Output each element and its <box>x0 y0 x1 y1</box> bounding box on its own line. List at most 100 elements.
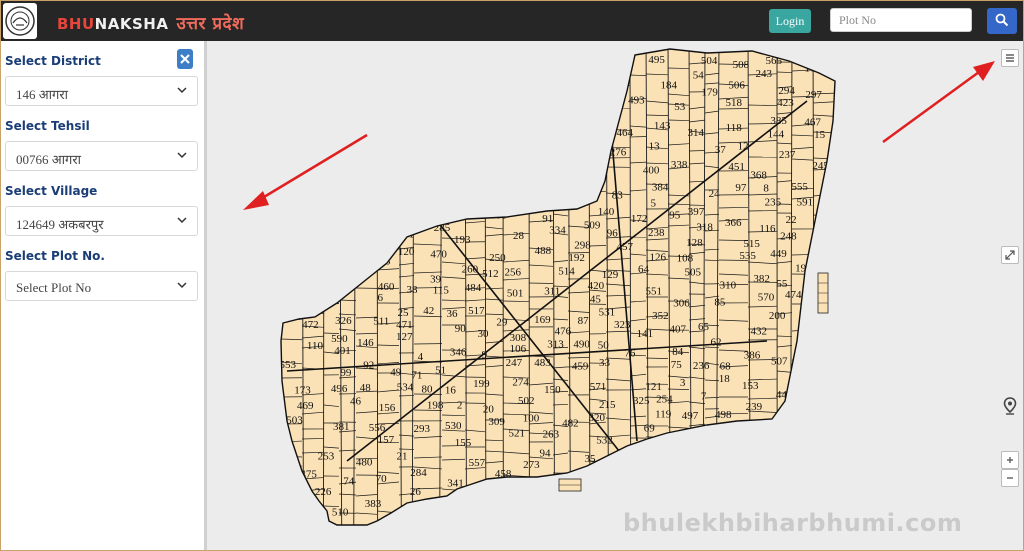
plot-number[interactable]: 9 <box>482 349 488 361</box>
plot-number[interactable]: 320 <box>588 412 605 424</box>
plot-number[interactable]: 243 <box>756 68 773 80</box>
plot-number[interactable]: 432 <box>751 325 768 337</box>
plot-number[interactable]: 276 <box>610 146 627 158</box>
plot-number[interactable]: 474 <box>785 289 802 301</box>
plot-number[interactable]: 127 <box>396 331 413 343</box>
plot-number[interactable]: 4 <box>418 351 424 363</box>
plot-number[interactable]: 480 <box>356 456 373 468</box>
plot-number[interactable]: 64 <box>638 264 650 276</box>
plot-number[interactable]: 24 <box>709 188 721 200</box>
plot-number[interactable]: 21 <box>397 450 408 462</box>
plot-number[interactable]: 62 <box>711 337 722 349</box>
plot-number[interactable]: 199 <box>473 378 490 390</box>
plot-number[interactable]: 352 <box>652 310 669 322</box>
plot-number[interactable]: 48 <box>360 382 372 394</box>
plot-number[interactable]: 338 <box>671 159 688 171</box>
plot-number[interactable]: 108 <box>677 253 694 265</box>
plot-number[interactable]: 29 <box>496 317 508 329</box>
plot-number[interactable]: 591 <box>797 197 814 209</box>
plot-number[interactable]: 555 <box>791 181 808 193</box>
plot-number[interactable]: 248 <box>780 230 797 242</box>
zoom-in-button[interactable] <box>1001 451 1019 469</box>
plot-number[interactable]: 486 <box>469 210 486 222</box>
plot-number[interactable]: 120 <box>398 246 415 258</box>
plot-number[interactable]: 50 <box>598 340 610 352</box>
plot-number[interactable]: 326 <box>335 315 352 327</box>
plot-number[interactable]: 200 <box>769 310 786 322</box>
tehsil-select[interactable]: 00766 आगरा <box>5 141 198 171</box>
plot-number[interactable]: 250 <box>489 252 506 264</box>
plot-number[interactable]: 118 <box>726 122 743 134</box>
plot-number[interactable]: 386 <box>744 350 761 362</box>
plot-number[interactable]: 460 <box>378 281 395 293</box>
plot-number[interactable]: 74 <box>343 475 355 487</box>
plot-number[interactable]: 496 <box>331 383 348 395</box>
plot-search-input[interactable] <box>830 8 972 32</box>
plot-number[interactable]: 121 <box>645 381 662 393</box>
plot-number[interactable]: 75 <box>671 359 683 371</box>
plot-number[interactable]: 146 <box>357 337 374 349</box>
plot-number[interactable]: 5 <box>650 197 656 209</box>
plot-number[interactable]: 90 <box>455 323 467 335</box>
plot-number[interactable]: 3 <box>680 377 686 389</box>
plot-number[interactable]: 325 <box>633 395 650 407</box>
plot-number[interactable]: 557 <box>469 457 486 469</box>
plot-number[interactable]: 318 <box>696 222 713 234</box>
plot-number[interactable]: 55 <box>776 278 788 290</box>
plot-number[interactable]: 470 <box>430 248 447 260</box>
plot-number[interactable]: 323 <box>614 319 631 331</box>
fullscreen-button[interactable] <box>1001 246 1019 264</box>
plot-number[interactable]: 110 <box>307 340 324 352</box>
plot-number[interactable]: 85 <box>714 296 726 308</box>
plot-number[interactable]: 476 <box>555 326 572 338</box>
plot-number[interactable]: 385 <box>770 115 787 127</box>
plot-number[interactable]: 140 <box>598 206 615 218</box>
plot-number[interactable]: 423 <box>777 97 794 109</box>
plot-number[interactable]: 239 <box>746 401 763 413</box>
plot-number[interactable]: 181 <box>490 209 507 221</box>
plot-number[interactable]: 36 <box>447 308 459 320</box>
plot-number[interactable]: 263 <box>543 429 560 441</box>
plot-number[interactable]: 488 <box>535 245 552 257</box>
plot-number[interactable]: 20 <box>483 403 495 415</box>
plot-number[interactable]: 184 <box>660 79 677 91</box>
plot-number[interactable]: 551 <box>646 285 663 297</box>
close-sidebar-button[interactable] <box>177 49 193 69</box>
plot-number[interactable]: 570 <box>758 291 775 303</box>
plot-number[interactable]: 556 <box>369 422 386 434</box>
plot-number[interactable]: 235 <box>765 197 782 209</box>
plot-number[interactable]: 469 <box>297 400 314 412</box>
plot-number[interactable]: 420 <box>588 280 605 292</box>
plot-number[interactable]: 571 <box>590 381 607 393</box>
plot-number[interactable]: 471 <box>396 319 413 331</box>
plot-number[interactable]: 51 <box>435 364 446 376</box>
plot-number[interactable]: 284 <box>410 467 427 479</box>
plot-number[interactable]: 400 <box>643 165 660 177</box>
layers-menu-button[interactable] <box>1001 49 1019 67</box>
plot-number[interactable]: 503 <box>286 415 303 427</box>
plot-number[interactable]: 472 <box>302 319 319 331</box>
plot-number[interactable]: 285 <box>434 222 451 234</box>
plot-number[interactable]: 12 <box>738 140 749 152</box>
plot-number[interactable]: 253 <box>318 451 335 463</box>
plot-number[interactable]: 30 <box>478 328 490 340</box>
plot-number[interactable]: 69 <box>644 423 656 435</box>
zoom-out-button[interactable] <box>1001 469 1019 487</box>
plot-number[interactable]: 464 <box>617 127 634 139</box>
plot-number[interactable]: 553 <box>279 359 296 371</box>
plot-number[interactable]: 71 <box>411 370 422 382</box>
plot-number[interactable]: 397 <box>688 206 705 218</box>
plot-number[interactable]: 493 <box>628 95 645 107</box>
plot-number[interactable]: 381 <box>333 421 350 433</box>
plot-number[interactable]: 314 <box>687 127 704 139</box>
plot-number[interactable]: 98 <box>379 256 391 268</box>
plot-number[interactable]: 293 <box>414 423 431 435</box>
plot-number[interactable]: 273 <box>523 459 540 471</box>
plot-number[interactable]: 508 <box>733 59 750 71</box>
plot-number[interactable]: 25 <box>397 307 409 319</box>
plot-number[interactable]: 498 <box>715 409 732 421</box>
plot-number[interactable]: 309 <box>488 416 505 428</box>
plot-number[interactable]: 274 <box>512 377 529 389</box>
plot-number[interactable]: 294 <box>778 85 795 97</box>
plot-number[interactable]: 237 <box>779 149 796 161</box>
